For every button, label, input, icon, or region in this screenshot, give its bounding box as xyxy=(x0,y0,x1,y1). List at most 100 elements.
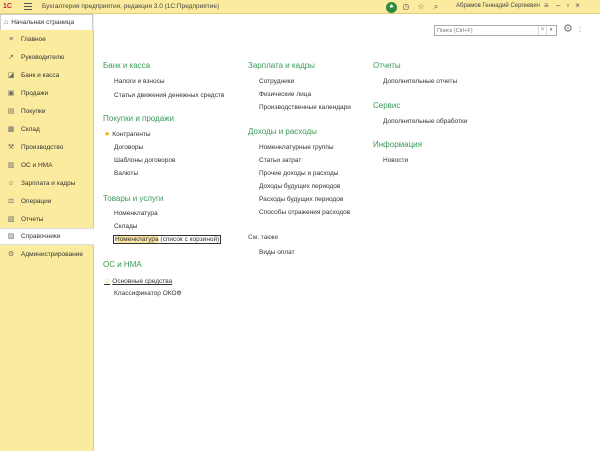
close-icon[interactable]: × xyxy=(575,2,580,10)
chart-icon: ↗ xyxy=(8,53,14,61)
section-title-sales: Покупки и продажи xyxy=(103,114,174,123)
sidebar-item-main[interactable]: ≡ Главное xyxy=(0,31,94,48)
sidebar-item-salary[interactable]: ☺ Зарплата и кадры xyxy=(0,175,94,192)
link-taxes[interactable]: Налоги и взносы xyxy=(114,78,165,85)
link-contract-templates[interactable]: Шаблоны договоров xyxy=(114,157,175,164)
sidebar-item-assets[interactable]: ▥ ОС и НМА xyxy=(0,157,94,174)
sidebar: ≡ Главное ↗ Руководителю ◪ Банк и касса … xyxy=(0,30,94,451)
link-payment-types[interactable]: Виды оплат xyxy=(259,249,295,256)
link-counterparties[interactable]: ★ Контрагенты xyxy=(104,130,151,138)
link-news[interactable]: Новости xyxy=(383,157,408,164)
link-other-income[interactable]: Прочие доходы и расходы xyxy=(259,170,338,177)
more-icon[interactable]: ⋮ xyxy=(577,26,583,33)
favorite-star-icon[interactable]: ★ xyxy=(104,131,110,138)
gear-icon: ⚙ xyxy=(7,250,15,258)
sidebar-item-label: Операции xyxy=(21,198,52,205)
search-box: × ▾ xyxy=(434,25,557,36)
section-title-see-also: См. также xyxy=(248,234,279,241)
link-fixed-assets-label: Основные средства xyxy=(112,278,173,285)
section-title-income: Доходы и расходы xyxy=(248,127,317,136)
favorite-star-icon[interactable]: ☆ xyxy=(104,278,110,285)
minimize-icon[interactable]: – xyxy=(556,2,560,10)
chevron-down-icon[interactable]: ▾ xyxy=(546,26,555,35)
section-title-goods: Товары и услуги xyxy=(103,194,164,203)
sidebar-item-purchases[interactable]: ▤ Покупки xyxy=(0,103,94,120)
user-name[interactable]: Абрамов Геннадий Сергеевич xyxy=(456,3,540,9)
search-icon[interactable]: ⌕ xyxy=(430,1,442,13)
link-nomenclature-basket-main: Номенклатура xyxy=(115,236,159,243)
link-additional-reports[interactable]: Дополнительные отчеты xyxy=(383,78,457,85)
sidebar-item-sales[interactable]: ▣ Продажи xyxy=(0,85,94,102)
sidebar-item-label: Зарплата и кадры xyxy=(21,180,76,187)
sidebar-item-label: Руководителю xyxy=(21,54,65,61)
maximize-icon[interactable]: ▫ xyxy=(566,2,569,10)
sidebar-item-production[interactable]: ⚒ Производство xyxy=(0,139,94,156)
link-counterparties-label: Контрагенты xyxy=(112,131,151,138)
tab-home[interactable]: ⌂ Начальная страница xyxy=(0,14,93,30)
sidebar-item-label: Покупки xyxy=(21,108,46,115)
link-individuals[interactable]: Физические лица xyxy=(259,91,311,98)
sidebar-item-manager[interactable]: ↗ Руководителю xyxy=(0,49,94,66)
menu-icon: ≡ xyxy=(8,35,14,43)
link-expense-methods[interactable]: Способы отражения расходов xyxy=(259,209,350,216)
factory-icon: ⚒ xyxy=(7,143,15,151)
link-nomenclature-groups[interactable]: Номенклатурные группы xyxy=(259,144,334,151)
sidebar-item-operations[interactable]: ⚖ Операции xyxy=(0,193,94,210)
settings-gear-icon[interactable]: ⚙ xyxy=(563,24,573,35)
tab-home-label: Начальная страница xyxy=(11,19,75,26)
link-contracts[interactable]: Договоры xyxy=(114,144,143,151)
link-future-expenses[interactable]: Расходы будущих периодов xyxy=(259,196,343,203)
section-title-os: ОС и НМА xyxy=(103,260,142,269)
search-input[interactable] xyxy=(435,26,538,35)
history-icon[interactable]: ◷ xyxy=(400,1,412,13)
section-title-salary: Зарплата и кадры xyxy=(248,61,315,70)
link-additional-processing[interactable]: Дополнительные обработки xyxy=(383,118,467,125)
link-cash-flow-items[interactable]: Статьи движения денежных средств xyxy=(114,92,224,99)
link-calendars[interactable]: Производственные календари xyxy=(259,104,351,111)
book-icon: ▨ xyxy=(7,232,15,240)
operations-icon: ⚖ xyxy=(7,197,15,205)
assets-icon: ▥ xyxy=(7,161,15,169)
sidebar-item-reports[interactable]: ▧ Отчеты xyxy=(0,211,94,228)
sidebar-item-label: Склад xyxy=(21,126,40,133)
link-cost-items[interactable]: Статьи затрат xyxy=(259,157,301,164)
link-warehouses[interactable]: Склады xyxy=(114,223,137,230)
sidebar-item-label: Банк и касса xyxy=(21,72,60,79)
link-employees[interactable]: Сотрудники xyxy=(259,78,294,85)
section-title-reports: Отчеты xyxy=(373,61,401,70)
sidebar-item-label: Отчеты xyxy=(21,216,44,223)
app-logo: 1С xyxy=(3,3,12,10)
bank-icon: ◪ xyxy=(7,71,15,79)
reports-icon: ▧ xyxy=(7,215,15,223)
clear-icon[interactable]: × xyxy=(538,26,546,35)
app-title: Бухгалтерия предприятия, редакция 3.0 (1… xyxy=(42,3,220,10)
sidebar-item-label: Администрирование xyxy=(21,251,83,258)
menu-icon[interactable]: ≡ xyxy=(544,2,549,10)
link-nomenclature-basket-suffix: (список с корзиной) xyxy=(158,236,220,243)
home-icon: ⌂ xyxy=(4,19,9,26)
tab-bar: ⌂ Начальная страница xyxy=(0,14,94,30)
link-okof[interactable]: Классификатор ОКОФ xyxy=(114,290,181,297)
star-icon[interactable]: ☆ xyxy=(415,1,427,13)
sidebar-item-label: Справочники xyxy=(21,233,61,240)
sidebar-item-label: Главное xyxy=(21,36,46,43)
bell-icon[interactable]: ♣ xyxy=(386,1,397,13)
link-nomenclature[interactable]: Номенклатура xyxy=(114,210,158,217)
sidebar-item-bank[interactable]: ◪ Банк и касса xyxy=(0,67,94,84)
link-fixed-assets[interactable]: ☆ Основные средства xyxy=(104,277,172,285)
section-title-info: Информация xyxy=(373,140,422,149)
cart-icon: ▤ xyxy=(7,107,15,115)
sidebar-item-admin[interactable]: ⚙ Администрирование xyxy=(0,246,94,263)
link-currencies[interactable]: Валюты xyxy=(114,170,138,177)
sidebar-item-label: ОС и НМА xyxy=(21,162,53,169)
main-menu-icon[interactable] xyxy=(24,3,32,10)
link-nomenclature-basket[interactable]: Номенклатура (список с корзиной) xyxy=(113,235,222,244)
title-bar: 1С Бухгалтерия предприятия, редакция 3.0… xyxy=(0,0,600,14)
sidebar-item-label: Продажи xyxy=(21,90,49,97)
link-future-income[interactable]: Доходы будущих периодов xyxy=(259,183,340,190)
sidebar-item-references[interactable]: ▨ Справочники xyxy=(0,228,94,245)
people-icon: ☺ xyxy=(7,179,15,187)
sidebar-item-warehouse[interactable]: ▦ Склад xyxy=(0,121,94,138)
sidebar-item-label: Производство xyxy=(21,144,64,151)
sales-icon: ▣ xyxy=(7,89,15,97)
